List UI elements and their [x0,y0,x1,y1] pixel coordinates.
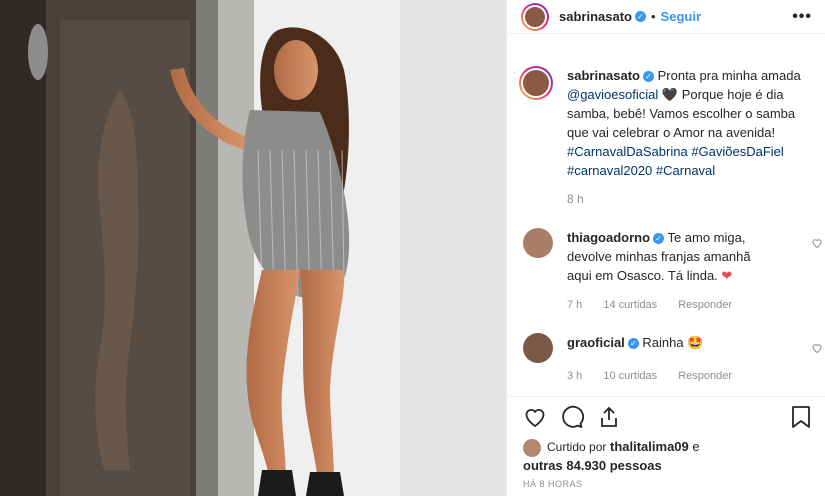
liker-avatar[interactable] [523,438,541,457]
like-comment-icon[interactable] [811,342,823,354]
comment-text: graoficial ✓ Rainha 🤩 [567,333,777,352]
post-sidebar: sabrinasato ✓ • Seguir ••• sabrinasato ✓ … [506,0,825,496]
comment-username[interactable]: graoficial [567,335,625,350]
star-struck-emoji-icon: 🤩 [687,335,704,350]
comment-body: Rainha [642,335,684,350]
hashtag[interactable]: #Carnaval [656,163,715,178]
post-timestamp[interactable]: HÁ 8 HORAS [523,479,583,489]
comment-likes[interactable]: 10 curtidas [603,370,657,382]
comment-text: thiagoadorno ✓ Te amo miga, devolve minha… [567,228,777,285]
reply-button[interactable]: Responder [678,370,732,382]
post-image [0,0,506,496]
black-heart-icon: 🖤 [661,87,679,102]
like-comment-icon[interactable] [811,237,823,249]
caption-avatar[interactable] [519,66,553,100]
share-icon[interactable] [597,405,621,429]
hashtag[interactable]: #carnaval2020 [567,163,652,178]
comment-likes[interactable]: 14 curtidas [603,299,657,311]
red-heart-icon: ❤ [721,268,733,283]
comment-age[interactable]: 7 h [567,299,582,311]
post-header: sabrinasato ✓ • Seguir ••• [507,0,825,34]
liked-by-prefix: Curtido por [547,440,607,454]
liked-by-and: e [692,439,700,454]
action-bar [507,396,825,436]
caption-age[interactable]: 8 h [567,190,807,209]
comment-age[interactable]: 3 h [567,370,582,382]
separator-dot: • [650,9,656,24]
comment-username[interactable]: thiagoadorno [567,230,650,245]
reply-button[interactable]: Responder [678,299,732,311]
verified-icon: ✓ [653,233,665,245]
author-avatar[interactable] [521,2,549,31]
hashtag[interactable]: #GaviõesDaFiel [691,144,784,159]
like-heart-icon[interactable] [523,405,547,429]
post-photo[interactable] [0,0,506,496]
author-username[interactable]: sabrinasato [559,9,632,24]
comment-bubble-icon[interactable] [560,405,584,429]
verified-icon: ✓ [627,338,639,350]
comment-meta: 7 h 14 curtidas Responder [567,296,750,315]
liked-by: Curtido por thalitalima09 e outras 84.93… [523,438,700,475]
more-options-icon[interactable]: ••• [792,8,812,26]
liked-by-others[interactable]: outras 84.930 pessoas [523,458,662,473]
comment-avatar[interactable] [523,333,553,363]
liked-by-user[interactable]: thalitalima09 [610,439,689,454]
hashtag[interactable]: #CarnavalDaSabrina [567,144,688,159]
caption-username[interactable]: sabrinasato [567,68,640,83]
caption-text-1: Pronta pra minha amada [657,68,801,83]
caption-text: sabrinasato ✓ Pronta pra minha amada @gav… [567,66,807,209]
verified-icon: ✓ [634,11,646,22]
bookmark-icon[interactable] [790,405,812,429]
follow-button[interactable]: Seguir [661,9,701,24]
comment-avatar[interactable] [523,228,553,258]
comment-meta: 3 h 10 curtidas Responder [567,367,750,386]
caption-mention[interactable]: @gavioesoficial [567,87,658,102]
verified-icon: ✓ [642,71,654,83]
